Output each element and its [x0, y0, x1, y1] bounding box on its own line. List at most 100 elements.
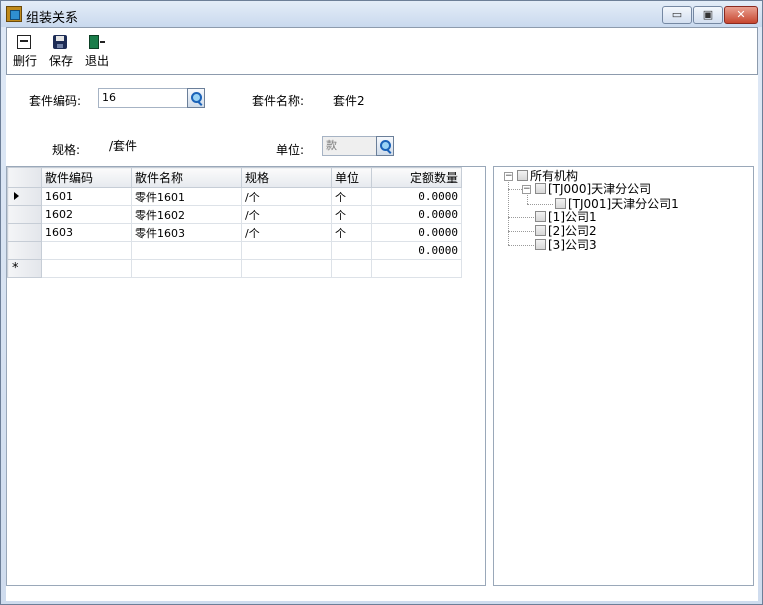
grid-corner-cell[interactable]	[7, 167, 42, 188]
tree-line	[508, 245, 534, 246]
cell-code[interactable]: 1601	[41, 187, 132, 206]
checkbox[interactable]	[535, 183, 546, 194]
cell-name[interactable]	[131, 241, 242, 260]
cell-code[interactable]: 1603	[41, 223, 132, 242]
cell-unit[interactable]: 个	[331, 205, 372, 224]
spec-label: 规格:	[52, 143, 81, 157]
tree-line	[527, 195, 528, 204]
col-header-qty[interactable]: 定额数量	[371, 167, 462, 188]
cell-spec[interactable]: /个	[241, 223, 332, 242]
tree-node-label: [2]公司2	[548, 224, 597, 238]
delete-row-button[interactable]: 删行	[7, 32, 43, 72]
unit-input[interactable]: 款	[322, 136, 377, 156]
exit-label: 退出	[84, 54, 109, 68]
tree-node-company3[interactable]: [3]公司3	[535, 238, 597, 252]
spec-value: /套件	[109, 139, 138, 153]
cell-name[interactable]: 零件1601	[131, 187, 242, 206]
cell-unit[interactable]	[331, 259, 372, 278]
col-header-code[interactable]: 散件编码	[41, 167, 132, 188]
col-header-unit[interactable]: 单位	[331, 167, 372, 188]
tree-line	[508, 182, 509, 245]
tree-line	[508, 231, 534, 232]
collapse-root-icon[interactable]: −	[504, 172, 513, 181]
parts-table: 散件编码 散件名称 规格 单位 定额数量 1601 零件1601 /个 个 0.…	[7, 167, 462, 278]
organization-tree: − 所有机构 − [TJ000]天津分公司 [TJ001]天津分公司1 [1]公…	[493, 166, 754, 586]
tree-node-label: [TJ001]天津分公司1	[568, 197, 679, 211]
tree-node-label: [1]公司1	[548, 210, 597, 224]
new-row-marker: *	[12, 261, 19, 276]
table-row[interactable]: 1602 零件1602 /个 个 0.0000	[7, 205, 462, 224]
cell-code[interactable]: 1602	[41, 205, 132, 224]
table-row[interactable]: 0.0000	[7, 241, 462, 260]
cell-name[interactable]	[131, 259, 242, 278]
exit-icon	[89, 35, 105, 49]
tree-node-label: [3]公司3	[548, 238, 597, 252]
tree-node-label: 所有机构	[530, 169, 579, 183]
collapse-tj000-icon[interactable]: −	[522, 185, 531, 194]
save-button[interactable]: 保存	[43, 32, 79, 72]
delete-row-label: 删行	[12, 54, 37, 68]
client-area: 删行 保存 退出 套件编码: 16 套件名称: 套件2 规格: /套件 单位: …	[6, 27, 758, 601]
row-selector[interactable]	[7, 205, 42, 224]
cell-code[interactable]	[41, 259, 132, 278]
cell-spec[interactable]: /个	[241, 187, 332, 206]
maximize-button[interactable]: ▣	[693, 6, 723, 24]
cell-unit[interactable]: 个	[331, 187, 372, 206]
checkbox[interactable]	[555, 198, 566, 209]
checkbox[interactable]	[535, 239, 546, 250]
tree-line	[508, 217, 534, 218]
tree-node-tj000[interactable]: [TJ000]天津分公司	[535, 182, 651, 196]
window-title: 组装关系	[26, 11, 79, 26]
table-row[interactable]: 1601 零件1601 /个 个 0.0000	[7, 187, 462, 206]
unit-lookup-icon[interactable]	[376, 136, 394, 156]
exit-button[interactable]: 退出	[79, 32, 115, 72]
kit-code-lookup-icon[interactable]	[187, 88, 205, 108]
main-window: 组装关系 ▭ ▣ ✕ 删行 保存 退出 套件编码: 16 套件名称: 套件2 规…	[0, 0, 763, 605]
cell-spec[interactable]: /个	[241, 205, 332, 224]
row-selector[interactable]	[7, 187, 42, 206]
close-button[interactable]: ✕	[724, 6, 758, 24]
cell-qty[interactable]: 0.0000	[371, 223, 462, 242]
tree-node-tj001[interactable]: [TJ001]天津分公司1	[555, 197, 679, 211]
toolbar: 删行 保存 退出	[6, 27, 758, 75]
cell-qty[interactable]	[371, 259, 462, 278]
save-label: 保存	[48, 54, 73, 68]
title-bar[interactable]: 组装关系 ▭ ▣ ✕	[1, 1, 762, 27]
cell-unit[interactable]	[331, 241, 372, 260]
tree-node-company2[interactable]: [2]公司2	[535, 224, 597, 238]
kit-name-label: 套件名称:	[252, 94, 305, 108]
cell-spec[interactable]	[241, 259, 332, 278]
row-selector[interactable]	[7, 241, 42, 260]
delete-row-icon	[17, 35, 31, 49]
minimize-button[interactable]: ▭	[662, 6, 692, 24]
row-selector[interactable]: *	[7, 259, 42, 278]
kit-code-label: 套件编码:	[29, 94, 82, 108]
parts-grid: 散件编码 散件名称 规格 单位 定额数量 1601 零件1601 /个 个 0.…	[6, 166, 486, 586]
table-row[interactable]: 1603 零件1603 /个 个 0.0000	[7, 223, 462, 242]
cell-qty[interactable]: 0.0000	[371, 187, 462, 206]
checkbox[interactable]	[535, 211, 546, 222]
cell-spec[interactable]	[241, 241, 332, 260]
new-row[interactable]: *	[7, 259, 462, 278]
row-selector[interactable]	[7, 223, 42, 242]
cell-code[interactable]	[41, 241, 132, 260]
cell-name[interactable]: 零件1602	[131, 205, 242, 224]
kit-code-input[interactable]: 16	[98, 88, 188, 108]
tree-line	[508, 189, 522, 190]
unit-label: 单位:	[276, 143, 305, 157]
kit-name-value: 套件2	[333, 94, 365, 108]
save-icon	[53, 35, 67, 49]
cell-qty[interactable]: 0.0000	[371, 205, 462, 224]
checkbox[interactable]	[517, 170, 528, 181]
col-header-name[interactable]: 散件名称	[131, 167, 242, 188]
tree-line	[527, 204, 553, 205]
tree-node-company1[interactable]: [1]公司1	[535, 210, 597, 224]
cell-unit[interactable]: 个	[331, 223, 372, 242]
cell-qty[interactable]: 0.0000	[371, 241, 462, 260]
cell-name[interactable]: 零件1603	[131, 223, 242, 242]
col-header-spec[interactable]: 规格	[241, 167, 332, 188]
app-icon	[6, 6, 22, 22]
checkbox[interactable]	[535, 225, 546, 236]
tree-node-root[interactable]: 所有机构	[517, 169, 578, 183]
tree-node-label: [TJ000]天津分公司	[548, 182, 652, 196]
